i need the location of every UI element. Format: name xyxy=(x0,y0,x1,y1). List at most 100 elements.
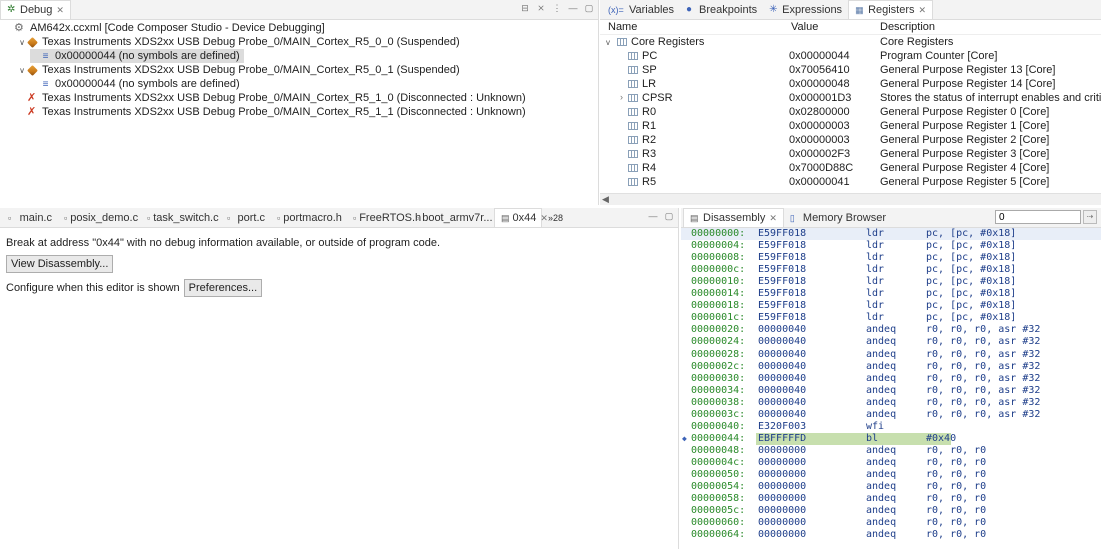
disassembly-row[interactable]: 0000002c: 00000040 andeq r0, r0, r0, asr #3… xyxy=(681,361,1101,373)
tab-registers-label: Registers xyxy=(868,4,915,16)
view-disassembly-button[interactable]: View Disassembly... xyxy=(6,255,114,273)
disassembly-row[interactable]: 00000008: E59FF018 ldr pc, [pc, #0x18] xyxy=(681,252,1101,264)
register-row[interactable]: R2 0x00000003 General Purpose Register 2 [… xyxy=(600,134,1101,148)
register-value[interactable]: 0x70056410 xyxy=(789,64,850,76)
source-file-icon: ▫ xyxy=(64,212,68,223)
close-icon[interactable]: ✕ xyxy=(56,5,64,16)
debug-probe-icon xyxy=(27,64,38,76)
close-icon[interactable]: ✕ xyxy=(919,5,927,16)
debug-tree-item[interactable]: ≡ 0x00000044 (no symbols are defined) xyxy=(30,77,240,91)
column-name-header[interactable]: Name xyxy=(608,21,637,33)
register-row[interactable]: R5 0x00000041 General Purpose Register 5 [… xyxy=(600,176,1101,190)
instruction-opcode: 00000040 xyxy=(758,396,807,408)
editor-tab[interactable]: ▫ posix_demo.c xyxy=(58,208,141,227)
editor-tab[interactable]: ▤ 0x44 ✕ xyxy=(494,208,548,227)
scroll-left-icon[interactable]: ◀ xyxy=(602,194,609,205)
close-icon[interactable]: ✕ xyxy=(769,213,777,224)
disassembly-row[interactable]: 00000050: 00000000 andeq r0, r0, r0 xyxy=(681,469,1101,481)
disassembly-row[interactable]: 00000030: 00000040 andeq r0, r0, r0, asr #3… xyxy=(681,373,1101,385)
tab-variables[interactable]: (x)= Variables xyxy=(602,0,680,19)
disassembly-row[interactable]: 00000010: E59FF018 ldr pc, [pc, #0x18] xyxy=(681,276,1101,288)
debug-tree-item[interactable]: ∨ Texas Instruments XDS2xx USB Debug Prob… xyxy=(17,63,460,77)
disassembly-row[interactable]: 0000001c: E59FF018 ldr pc, [pc, #0x18] xyxy=(681,312,1101,324)
register-value[interactable]: 0x00000003 xyxy=(789,120,850,132)
debug-tree-item[interactable]: ✗ Texas Instruments XDS2xx USB Debug Prob… xyxy=(17,91,526,105)
register-row[interactable]: R0 0x02800000 General Purpose Register 0 [… xyxy=(600,106,1101,120)
instruction-address: 00000064: xyxy=(691,529,746,541)
debug-tree-item[interactable]: ∨ Texas Instruments XDS2xx USB Debug Prob… xyxy=(17,35,460,49)
disassembly-row[interactable]: 0000000c: E59FF018 ldr pc, [pc, #0x18] xyxy=(681,264,1101,276)
register-row[interactable]: LR 0x00000048 General Purpose Register 14 … xyxy=(600,78,1101,92)
debug-tree-item[interactable]: ⚙ AM642x.ccxml [Code Composer Studio - De… xyxy=(4,21,325,35)
disassembly-row[interactable]: 00000060: 00000000 andeq r0, r0, r0 xyxy=(681,517,1101,529)
register-row[interactable]: R3 0x000002F3 General Purpose Register 3 [… xyxy=(600,148,1101,162)
register-value[interactable]: 0x00000044 xyxy=(789,50,850,62)
preferences-button[interactable]: Preferences... xyxy=(183,279,263,297)
minimize-icon[interactable]: — xyxy=(568,3,578,13)
debug-tree-item[interactable]: ≡ 0x00000044 (no symbols are defined) xyxy=(30,49,244,63)
horizontal-scrollbar[interactable]: ◀ xyxy=(600,193,1101,205)
editor-tab[interactable]: ▫ port.c xyxy=(221,208,271,227)
register-value[interactable]: 0x02800000 xyxy=(789,106,850,118)
register-value[interactable]: 0x7000D88C xyxy=(789,162,853,174)
register-value[interactable]: 0x000002F3 xyxy=(789,148,850,160)
disassembly-row[interactable]: 00000064: 00000000 andeq r0, r0, r0 xyxy=(681,529,1101,541)
tab-memory-browser[interactable]: ▯ Memory Browser xyxy=(784,208,892,227)
column-value-header[interactable]: Value xyxy=(791,21,818,33)
register-value[interactable]: 0x00000048 xyxy=(789,78,850,90)
tab-breakpoints[interactable]: ● Breakpoints xyxy=(680,0,763,19)
remove-terminated-icon[interactable]: ⨯ xyxy=(536,3,546,13)
disassembly-row[interactable]: 00000000: E59FF018 ldr pc, [pc, #0x18] xyxy=(681,228,1101,240)
disassembly-row[interactable]: 00000040: E320F003 wfi xyxy=(681,421,1101,433)
disassembly-row[interactable]: 00000004: E59FF018 ldr pc, [pc, #0x18] xyxy=(681,240,1101,252)
editor-tab[interactable]: ▫ task_switch.c xyxy=(141,208,221,227)
editor-tab[interactable]: ▫ portmacro.h xyxy=(271,208,347,227)
register-group-row[interactable]: v Core Registers Core Registers xyxy=(600,36,1101,50)
disassembly-row[interactable]: 00000028: 00000040 andeq r0, r0, r0, asr #3… xyxy=(681,349,1101,361)
instruction-operands: pc, [pc, #0x18] xyxy=(926,252,1017,264)
register-row[interactable]: SP 0x70056410 General Purpose Register 13 … xyxy=(600,64,1101,78)
debug-tree-item[interactable]: ✗ Texas Instruments XDS2xx USB Debug Prob… xyxy=(17,105,526,119)
chevron-down-icon[interactable]: v xyxy=(606,38,610,47)
disassembly-row[interactable]: 00000038: 00000040 andeq r0, r0, r0, asr #3… xyxy=(681,397,1101,409)
maximize-icon[interactable]: ▢ xyxy=(664,211,674,221)
disassembly-row[interactable]: ◆ 00000044: EBFFFFFD bl #0x40 xyxy=(681,432,1101,445)
register-value[interactable]: 0x00000003 xyxy=(789,134,850,146)
disassembly-row[interactable]: 00000048: 00000000 andeq r0, r0, r0 xyxy=(681,445,1101,457)
go-to-address-icon[interactable]: ⇢ xyxy=(1083,210,1097,224)
disassembly-row[interactable]: 00000058: 00000000 andeq r0, r0, r0 xyxy=(681,493,1101,505)
editor-tab[interactable]: ▫ FreeRTOS.h xyxy=(347,208,421,227)
disassembly-row[interactable]: 00000034: 00000040 andeq r0, r0, r0, asr #3… xyxy=(681,385,1101,397)
register-row[interactable]: R4 0x7000D88C General Purpose Register 4 [… xyxy=(600,162,1101,176)
register-row[interactable]: › CPSR 0x000001D3 Stores the status of inte… xyxy=(600,92,1101,106)
editor-tab[interactable]: ▫ boot_armv7r... xyxy=(410,208,494,227)
column-description-header[interactable]: Description xyxy=(880,21,935,33)
tab-debug[interactable]: ✲ Debug ✕ xyxy=(0,0,71,19)
disassembly-row[interactable]: 0000004c: 00000000 andeq r0, r0, r0 xyxy=(681,457,1101,469)
configure-label: Configure when this editor is shown xyxy=(6,282,180,294)
chevron-right-icon[interactable]: › xyxy=(620,92,623,102)
register-value[interactable]: 0x00000041 xyxy=(789,176,850,188)
collapse-all-icon[interactable]: ⊟ xyxy=(520,3,530,13)
editor-tab[interactable]: ▫ main.c xyxy=(2,208,58,227)
maximize-icon[interactable]: ▢ xyxy=(584,3,594,13)
register-row[interactable]: R1 0x00000003 General Purpose Register 1 [… xyxy=(600,120,1101,134)
disassembly-row[interactable]: 00000014: E59FF018 ldr pc, [pc, #0x18] xyxy=(681,288,1101,300)
disassembly-row[interactable]: 00000020: 00000040 andeq r0, r0, r0, asr #3… xyxy=(681,324,1101,336)
disassembly-row[interactable]: 0000005c: 00000000 andeq r0, r0, r0 xyxy=(681,505,1101,517)
disassembly-row[interactable]: 00000024: 00000040 andeq r0, r0, r0, asr #3… xyxy=(681,336,1101,348)
register-row[interactable]: PC 0x00000044 Program Counter [Core] xyxy=(600,50,1101,64)
minimize-icon[interactable]: — xyxy=(648,211,658,221)
disassembly-row[interactable]: 00000054: 00000000 andeq r0, r0, r0 xyxy=(681,481,1101,493)
tab-registers[interactable]: ▦ Registers ✕ xyxy=(848,0,934,19)
register-value[interactable]: 0x000001D3 xyxy=(789,92,851,104)
disassembly-row[interactable]: 00000018: E59FF018 ldr pc, [pc, #0x18] xyxy=(681,300,1101,312)
tab-disassembly[interactable]: ▤ Disassembly ✕ xyxy=(683,208,784,227)
chevron-down-icon[interactable]: ∨ xyxy=(17,66,27,75)
editor-tab-overflow[interactable]: »28 xyxy=(542,208,569,227)
tab-expressions[interactable]: ✳ Expressions xyxy=(763,0,848,19)
view-menu-icon[interactable]: ⋮ xyxy=(552,3,562,13)
address-input[interactable] xyxy=(995,210,1081,224)
chevron-down-icon[interactable]: ∨ xyxy=(17,38,27,47)
disassembly-row[interactable]: 0000003c: 00000040 andeq r0, r0, r0, asr #3… xyxy=(681,409,1101,421)
